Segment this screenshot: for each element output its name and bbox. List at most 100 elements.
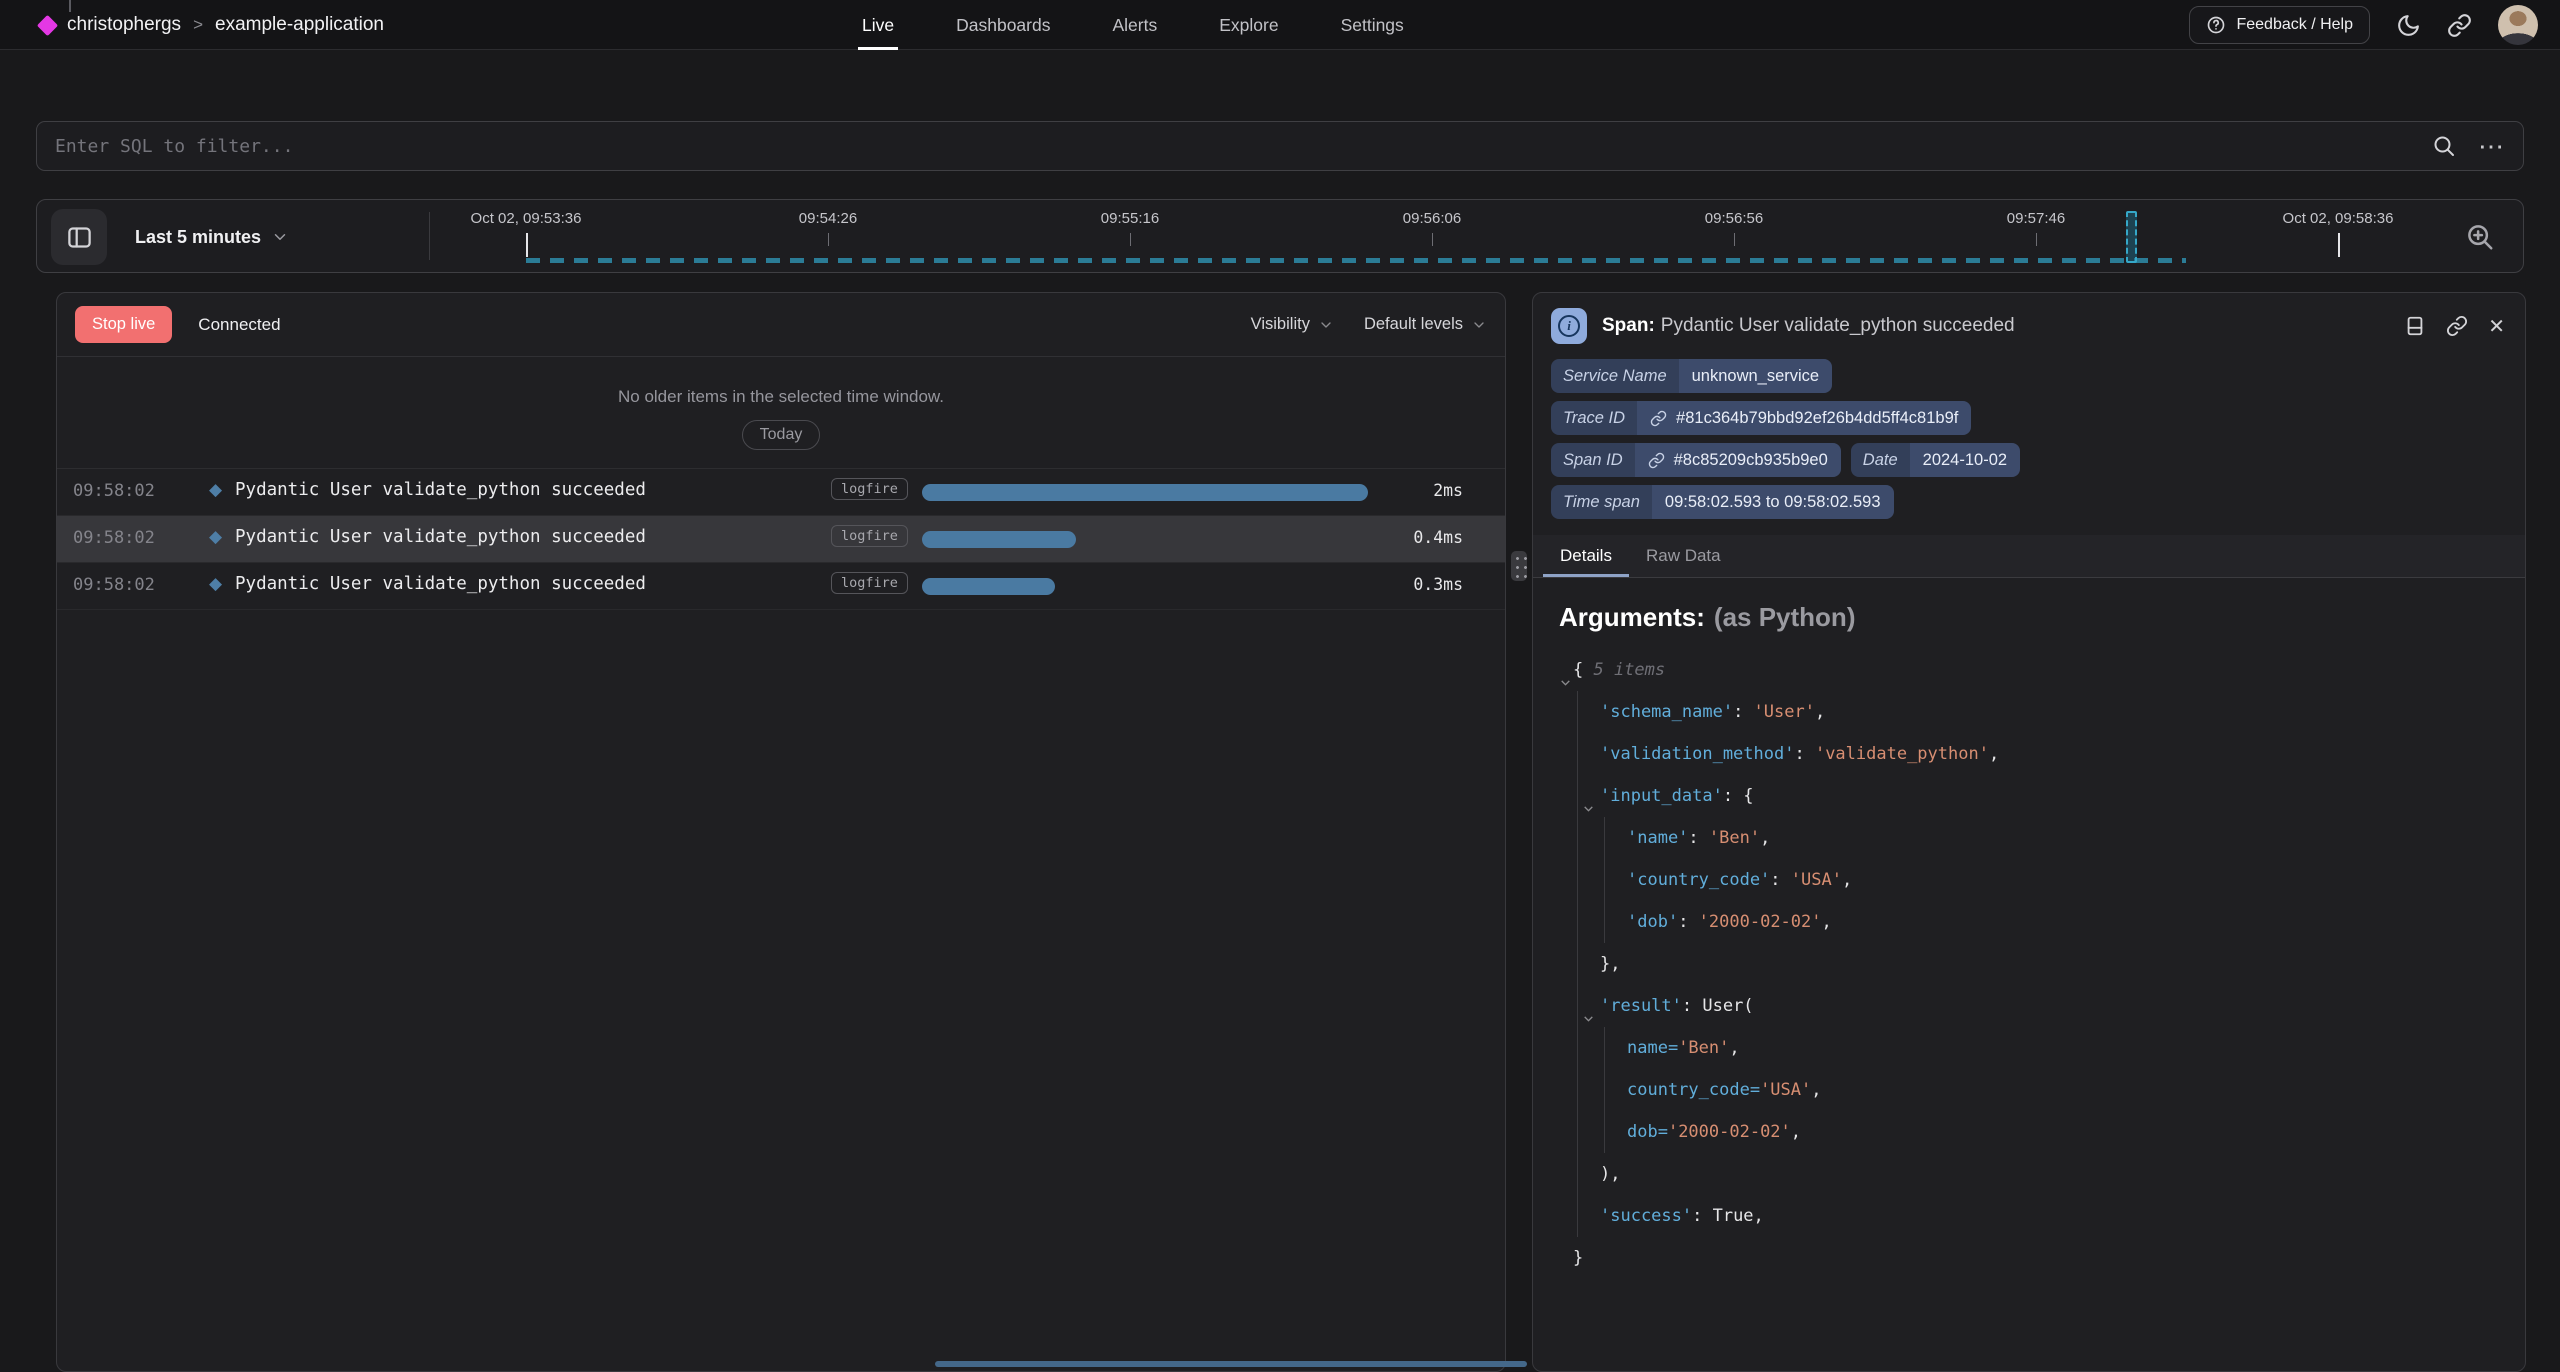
search-icon[interactable]: [2432, 134, 2456, 158]
code-token: 'result': [1600, 996, 1682, 1016]
sidebar-toggle-button[interactable]: [51, 209, 107, 265]
timeline-tick-mark: [2036, 233, 2037, 246]
code-token: '2000-02-02': [1668, 1122, 1791, 1142]
row-timestamp: 09:58:02: [73, 528, 155, 548]
span-id-badge[interactable]: Span ID #8c85209cb935b9e0: [1551, 443, 1841, 477]
timeline-activity-spike: [2126, 211, 2137, 263]
tab-settings[interactable]: Settings: [1337, 0, 1408, 50]
chevron-down-icon: [1318, 317, 1334, 333]
timeline-zoom-icon[interactable]: [2465, 222, 2495, 252]
logfire-logo-icon[interactable]: [37, 14, 58, 35]
timeline-divider: [429, 212, 430, 260]
copy-link-icon[interactable]: [2446, 315, 2468, 337]
log-row[interactable]: 09:58:02◆Pydantic User validate_python s…: [57, 516, 1505, 563]
row-scope-tag[interactable]: logfire: [831, 478, 908, 500]
horizontal-scrollbar-thumb[interactable]: [935, 1361, 1527, 1367]
timeline-tick-mark: [828, 233, 829, 246]
detail-tab-details[interactable]: Details: [1543, 535, 1629, 577]
indent-guide: [1577, 1111, 1578, 1153]
filter-menu-icon[interactable]: ⋯: [2478, 141, 2505, 151]
code-token: ,: [1811, 1080, 1821, 1100]
timeline-tick-mark: [2338, 233, 2340, 257]
timeline-tick-mark: [1130, 233, 1131, 246]
time-range-dropdown[interactable]: Last 5 minutes: [135, 200, 289, 274]
breadcrumb-project[interactable]: example-application: [215, 14, 384, 36]
code-token: '2000-02-02': [1699, 912, 1822, 932]
indent-guide: [1577, 1027, 1578, 1069]
code-token: : True,: [1692, 1206, 1764, 1226]
tab-dashboards[interactable]: Dashboards: [952, 0, 1054, 50]
indent-guide: [1577, 943, 1578, 985]
code-tree: { 5 items'schema_name': 'User','validati…: [1559, 649, 2499, 1279]
indent-guide: [1577, 733, 1578, 775]
code-token: ,: [1760, 828, 1770, 848]
indent-guide: [1604, 817, 1605, 859]
indent-guide: [1577, 859, 1578, 901]
live-panel: Stop live Connected Visibility Default l…: [56, 292, 1506, 1372]
info-diamond-icon: ◆: [209, 480, 222, 500]
tab-explore[interactable]: Explore: [1215, 0, 1282, 50]
date-badge: Date 2024-10-02: [1851, 443, 2020, 477]
time-range-label: Last 5 minutes: [135, 227, 261, 248]
code-token: 'input_data': [1600, 786, 1723, 806]
indent-guide: [1577, 691, 1578, 733]
timeline-tick-label: 09:56:06: [1403, 210, 1461, 227]
timeline-activity-dashes: [526, 258, 2186, 263]
tab-alerts[interactable]: Alerts: [1108, 0, 1161, 50]
default-levels-label: Default levels: [1364, 315, 1463, 334]
code-token: },: [1600, 954, 1620, 974]
sql-filter-input[interactable]: [55, 136, 2432, 157]
row-duration-bar: [922, 578, 1055, 595]
log-row[interactable]: 09:58:02◆Pydantic User validate_python s…: [57, 469, 1505, 516]
panel-resize-handle[interactable]: [1511, 551, 1527, 581]
close-icon[interactable]: ✕: [2488, 314, 2505, 339]
visibility-dropdown[interactable]: Visibility: [1251, 315, 1334, 334]
row-scope-tag[interactable]: logfire: [831, 572, 908, 594]
breadcrumb-org[interactable]: christophergs: [67, 14, 181, 36]
code-token: 'country_code': [1627, 870, 1770, 890]
reader-view-icon[interactable]: [2404, 315, 2426, 337]
share-link-icon[interactable]: [2447, 13, 2472, 38]
default-levels-dropdown[interactable]: Default levels: [1364, 315, 1487, 334]
info-diamond-icon: ◆: [209, 527, 222, 547]
row-duration-bar: [922, 484, 1368, 501]
indent-guide: [1604, 1069, 1605, 1111]
live-panel-header: Stop live Connected Visibility Default l…: [57, 293, 1505, 357]
feedback-help-button[interactable]: Feedback / Help: [2189, 6, 2370, 44]
tab-live[interactable]: Live: [858, 0, 898, 50]
timeline-tick-mark: [1734, 233, 1735, 246]
span-title-text: Pydantic User validate_python succeeded: [1661, 315, 2015, 336]
timeline-tick-mark: [526, 233, 528, 257]
code-token: ,: [1729, 1038, 1739, 1058]
code-line: 'name': 'Ben',: [1559, 817, 2499, 859]
log-row[interactable]: 09:58:02◆Pydantic User validate_python s…: [57, 563, 1505, 610]
nav-right-cluster: Feedback / Help: [2189, 0, 2538, 50]
link-icon: [1650, 410, 1667, 427]
row-scope-tag[interactable]: logfire: [831, 525, 908, 547]
indent-guide: [1604, 901, 1605, 943]
code-line: 'validation_method': 'validate_python',: [1559, 733, 2499, 775]
code-token: 'USA': [1791, 870, 1842, 890]
stop-live-button[interactable]: Stop live: [75, 306, 172, 343]
breadcrumb-separator: >: [193, 15, 203, 35]
theme-moon-icon[interactable]: [2396, 13, 2421, 38]
timeline-tick-label: 09:56:56: [1705, 210, 1763, 227]
code-token: ,: [1791, 1122, 1801, 1142]
trace-id-badge[interactable]: Trace ID #81c364b79bbd92ef26b4dd5ff4c81b…: [1551, 401, 1971, 435]
detail-tab-raw-data[interactable]: Raw Data: [1629, 535, 1738, 577]
code-token: {: [1573, 660, 1593, 680]
code-token: :: [1794, 744, 1814, 764]
indent-guide: [1577, 817, 1578, 859]
nav-tabs: Live Dashboards Alerts Explore Settings: [858, 0, 1408, 50]
avatar[interactable]: [2498, 5, 2538, 45]
timeline-tick-mark: [1432, 233, 1433, 246]
span-header: i Span:Pydantic User validate_python suc…: [1533, 293, 2525, 357]
today-chip[interactable]: Today: [742, 420, 821, 450]
arguments-subheading: (as Python): [1714, 602, 1856, 632]
badge-label: Span ID: [1551, 443, 1635, 477]
indent-guide: [1577, 1069, 1578, 1111]
split-panel-icon: [66, 224, 93, 251]
code-token: : {: [1723, 786, 1754, 806]
badge-label: Trace ID: [1551, 401, 1637, 435]
timeline-bar: Last 5 minutes Oct 02, 09:53:3609:54:260…: [36, 199, 2524, 273]
